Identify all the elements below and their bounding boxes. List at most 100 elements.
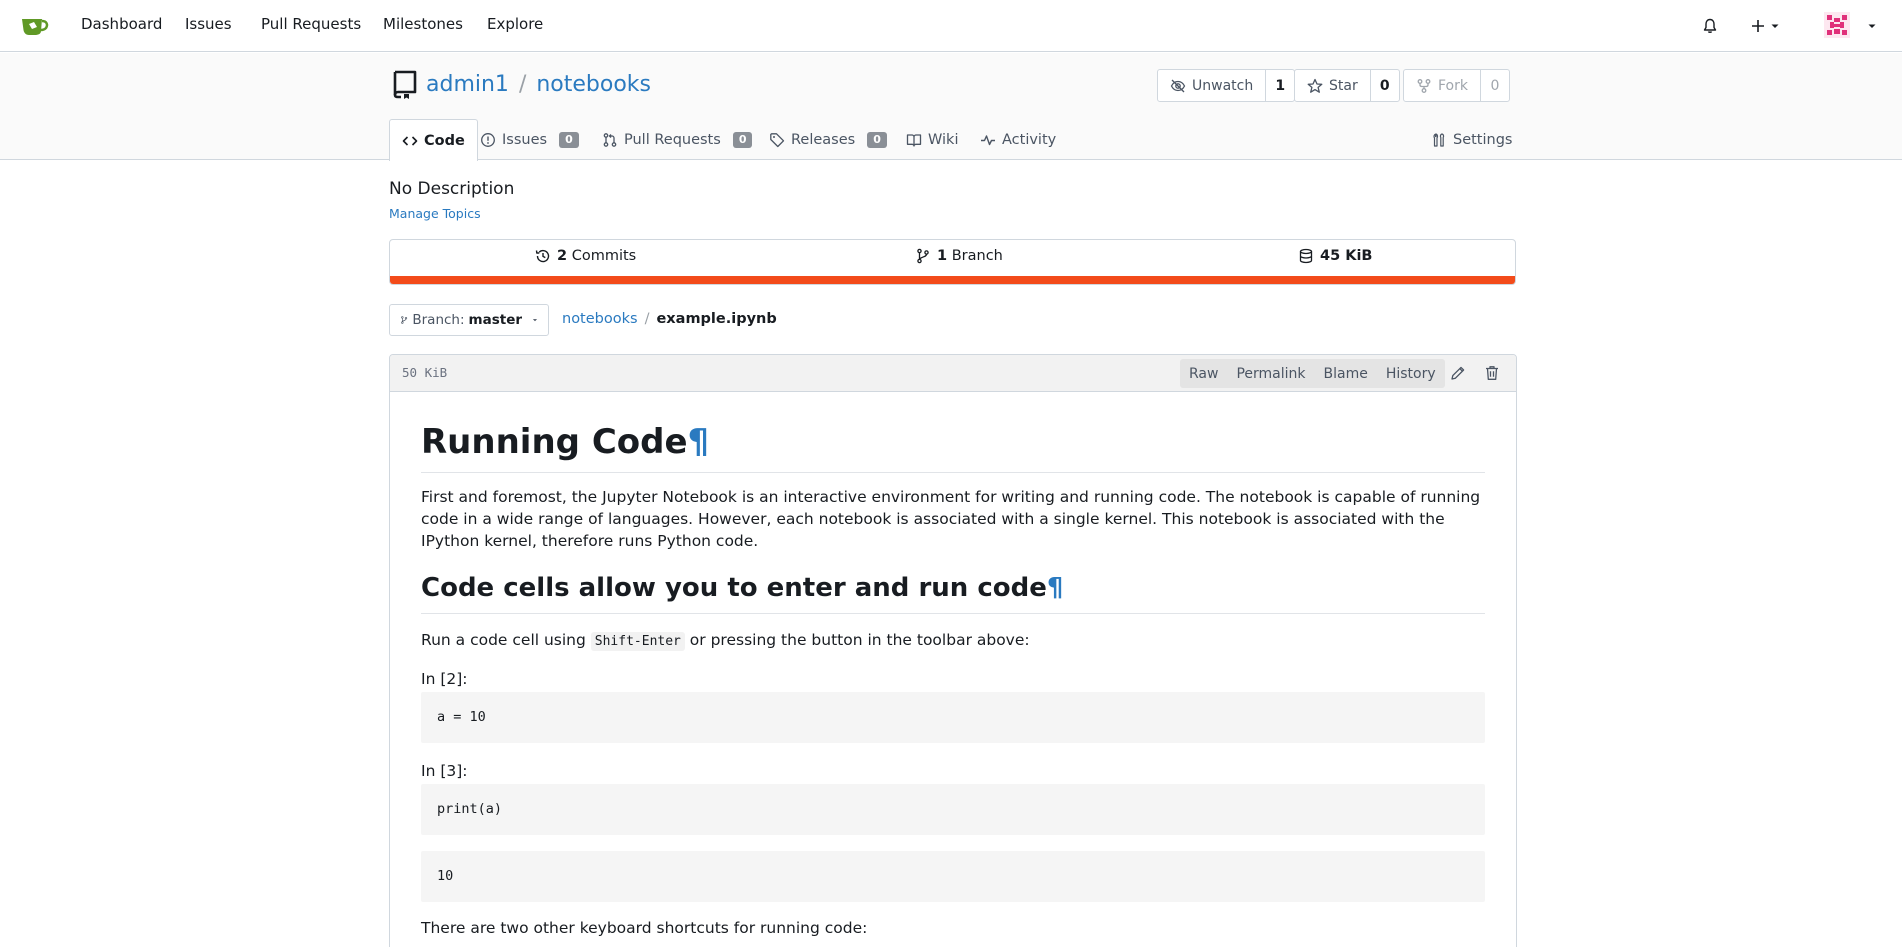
- file-breadcrumb: notebooks / example.ipynb: [562, 311, 777, 327]
- tab-settings[interactable]: Settings: [1419, 119, 1524, 160]
- tab-pull-requests-label: Pull Requests: [624, 131, 721, 148]
- star-count[interactable]: 0: [1371, 70, 1399, 101]
- commits-stat[interactable]: 2 Commits: [535, 248, 636, 264]
- star-label: Star: [1329, 77, 1358, 94]
- nav-milestones[interactable]: Milestones: [383, 14, 463, 34]
- file-size: 50 KiB: [402, 365, 448, 380]
- run-text-before: Run a code cell using: [421, 631, 591, 649]
- top-navbar: Dashboard Issues Pull Requests Milestone…: [0, 0, 1902, 52]
- code-icon: [402, 135, 418, 146]
- tab-activity[interactable]: Activity: [968, 119, 1068, 160]
- delete-trash-icon[interactable]: [1483, 364, 1501, 382]
- bell-icon: [1703, 18, 1717, 33]
- shortcuts-paragraph: There are two other keyboard shortcuts f…: [421, 919, 868, 937]
- cell-prompt-1: In [2]:: [421, 670, 468, 688]
- notebook-heading-2: Code cells allow you to enter and run co…: [421, 572, 1063, 604]
- manage-topics-link[interactable]: Manage Topics: [389, 206, 481, 221]
- heading-2-anchor-link[interactable]: ¶: [1047, 573, 1064, 603]
- nav-issues[interactable]: Issues: [185, 14, 232, 34]
- fork-count[interactable]: 0: [1481, 70, 1509, 101]
- repo-icon: [393, 70, 417, 99]
- tab-releases[interactable]: Releases 0: [757, 119, 899, 160]
- branch-selector[interactable]: Branch: master: [389, 304, 549, 336]
- tools-icon: [1433, 132, 1445, 147]
- tab-issues-count-badge: 0: [559, 131, 579, 148]
- star-icon: [1307, 78, 1323, 93]
- nav-explore[interactable]: Explore: [487, 14, 543, 34]
- avatar-caret-down-icon[interactable]: [1867, 21, 1877, 31]
- cell-prompt-2: In [3]:: [421, 762, 468, 780]
- repo-size: 45 KiB: [1320, 248, 1373, 264]
- tab-releases-count-badge: 0: [867, 131, 887, 148]
- branch-icon: [917, 248, 929, 264]
- pull-request-icon: [603, 132, 617, 147]
- file-header: 50 KiB Raw Permalink Blame History: [390, 355, 1516, 392]
- breadcrumb-separator: /: [644, 311, 650, 327]
- book-icon: [906, 133, 922, 147]
- branch-label: Branch: [951, 248, 1003, 264]
- breadcrumb-current-file: example.ipynb: [656, 311, 777, 327]
- star-button[interactable]: Star 0: [1294, 69, 1400, 102]
- breadcrumb-repo-link[interactable]: notebooks: [562, 311, 638, 327]
- tab-pull-requests[interactable]: Pull Requests 0: [590, 119, 764, 160]
- tab-wiki-label: Wiki: [928, 131, 959, 148]
- code-cell-1: a = 10: [421, 692, 1485, 743]
- run-text-after: or pressing the button in the toolbar ab…: [684, 631, 1030, 649]
- tab-issues[interactable]: Issues 0: [468, 119, 591, 160]
- notifications-button[interactable]: [1698, 14, 1722, 38]
- heading-2-text: Code cells allow you to enter and run co…: [421, 573, 1047, 603]
- code-cell-2-output: 10: [421, 851, 1485, 902]
- branch-icon: [401, 316, 408, 324]
- database-icon: [1299, 248, 1313, 264]
- branch-name: master: [468, 312, 523, 328]
- permalink-button[interactable]: Permalink: [1227, 359, 1314, 388]
- create-new-button[interactable]: [1750, 14, 1790, 38]
- commits-label: Commits: [571, 248, 637, 264]
- nav-dashboard[interactable]: Dashboard: [81, 14, 162, 34]
- repo-header: admin1/notebooks Unwatch 1 Star 0 Fork 0…: [0, 53, 1902, 161]
- tab-settings-label: Settings: [1453, 131, 1513, 148]
- plus-icon: [1752, 20, 1764, 32]
- repo-description: No Description: [389, 179, 515, 199]
- watch-label: Unwatch: [1192, 77, 1254, 94]
- tab-code-label: Code: [424, 132, 465, 149]
- fork-label: Fork: [1438, 77, 1468, 94]
- watch-count[interactable]: 1: [1266, 70, 1294, 101]
- inline-code-shift-enter: Shift-Enter: [590, 632, 685, 651]
- heading-1-text: Running Code: [421, 422, 688, 462]
- repo-tabs: Code Issues 0 Pull Requests 0 Releases 0…: [0, 119, 1902, 161]
- tab-releases-label: Releases: [791, 131, 856, 148]
- repo-name-link[interactable]: notebooks: [536, 72, 651, 97]
- eye-slash-icon: [1170, 79, 1186, 92]
- heading-2-divider: [421, 613, 1485, 614]
- tab-activity-label: Activity: [1002, 131, 1057, 148]
- gitea-logo-icon[interactable]: [20, 13, 50, 37]
- fork-icon: [1417, 78, 1431, 93]
- repo-title: admin1 / notebooks: [426, 71, 651, 99]
- history-button[interactable]: History: [1377, 359, 1445, 388]
- commits-count: 2: [557, 248, 568, 264]
- fork-button[interactable]: Fork 0: [1403, 69, 1510, 102]
- language-bar[interactable]: [390, 276, 1515, 284]
- notebook-heading-1: Running Code¶: [421, 422, 709, 462]
- run-cell-paragraph: Run a code cell using Shift-Enter or pre…: [421, 629, 1485, 653]
- raw-button[interactable]: Raw: [1180, 359, 1227, 388]
- pulse-icon: [981, 134, 995, 145]
- caret-down-icon: [532, 319, 538, 322]
- tab-code[interactable]: Code: [389, 119, 478, 161]
- nav-pull-requests[interactable]: Pull Requests: [261, 14, 361, 34]
- repo-owner-link[interactable]: admin1: [426, 72, 509, 97]
- tab-issues-label: Issues: [502, 131, 548, 148]
- edit-pencil-icon[interactable]: [1449, 364, 1467, 382]
- file-viewer: 50 KiB Raw Permalink Blame History Runni…: [389, 354, 1517, 947]
- heading-1-divider: [421, 472, 1485, 473]
- user-avatar[interactable]: [1824, 12, 1850, 38]
- tab-wiki[interactable]: Wiki: [894, 119, 970, 160]
- heading-1-anchor-link[interactable]: ¶: [688, 422, 710, 462]
- branch-prefix: Branch:: [412, 312, 465, 328]
- repo-size-stat: 45 KiB: [1298, 248, 1373, 264]
- branch-count: 1: [937, 248, 948, 264]
- watch-button[interactable]: Unwatch 1: [1157, 69, 1296, 102]
- blame-button[interactable]: Blame: [1315, 359, 1377, 388]
- branch-stat[interactable]: 1 Branch: [915, 248, 1003, 264]
